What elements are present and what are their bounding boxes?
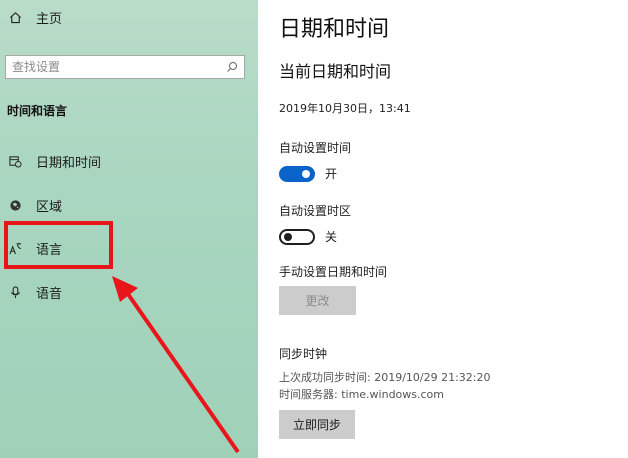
sidebar-item-speech[interactable]: 语音 (8, 283, 62, 302)
auto-timezone-state: 关 (325, 230, 338, 244)
current-datetime: 2019年10月30日，13:41 (279, 102, 411, 115)
auto-timezone-toggle-row: 关 (279, 228, 337, 245)
auto-time-toggle[interactable] (279, 165, 315, 182)
sidebar-item-date-time[interactable]: 日期和时间 (8, 152, 101, 171)
section-subtitle: 当前日期和时间 (279, 62, 392, 81)
sync-clock-heading: 同步时钟 (279, 347, 328, 361)
microphone-icon (8, 286, 22, 300)
auto-time-state: 开 (325, 167, 338, 181)
page-title: 日期和时间 (279, 17, 390, 42)
change-button[interactable]: 更改 (279, 286, 356, 315)
search-input[interactable] (12, 60, 217, 74)
home-icon (8, 11, 22, 25)
sidebar: 主页 时间和语言 日期和时间 区域 语言 语音 (0, 0, 258, 458)
calendar-clock-icon (8, 155, 22, 169)
sidebar-item-region[interactable]: 区域 (8, 196, 62, 215)
sync-now-button[interactable]: 立即同步 (279, 410, 355, 439)
sidebar-item-label: 日期和时间 (36, 156, 102, 171)
search-box[interactable] (5, 55, 245, 79)
globe-icon (8, 199, 22, 213)
auto-time-label: 自动设置时间 (279, 141, 352, 155)
last-sync-text: 上次成功同步时间: 2019/10/29 21:32:20 (279, 371, 491, 384)
auto-time-toggle-row: 开 (279, 165, 337, 182)
search-icon[interactable] (226, 61, 238, 73)
time-server-text: 时间服务器: time.windows.com (279, 388, 445, 401)
auto-timezone-toggle[interactable] (279, 228, 315, 245)
manual-datetime-label: 手动设置日期和时间 (279, 265, 388, 279)
sidebar-item-label: 主页 (36, 12, 63, 27)
sidebar-item-label: 语音 (36, 287, 63, 302)
section-heading: 时间和语言 (7, 104, 68, 118)
main-content: 日期和时间 当前日期和时间 2019年10月30日，13:41 自动设置时间 开… (258, 0, 628, 458)
sidebar-item-home[interactable]: 主页 (8, 8, 62, 27)
annotation-highlight-box (4, 221, 113, 269)
auto-timezone-label: 自动设置时区 (279, 204, 352, 218)
sidebar-item-label: 区域 (36, 200, 63, 215)
